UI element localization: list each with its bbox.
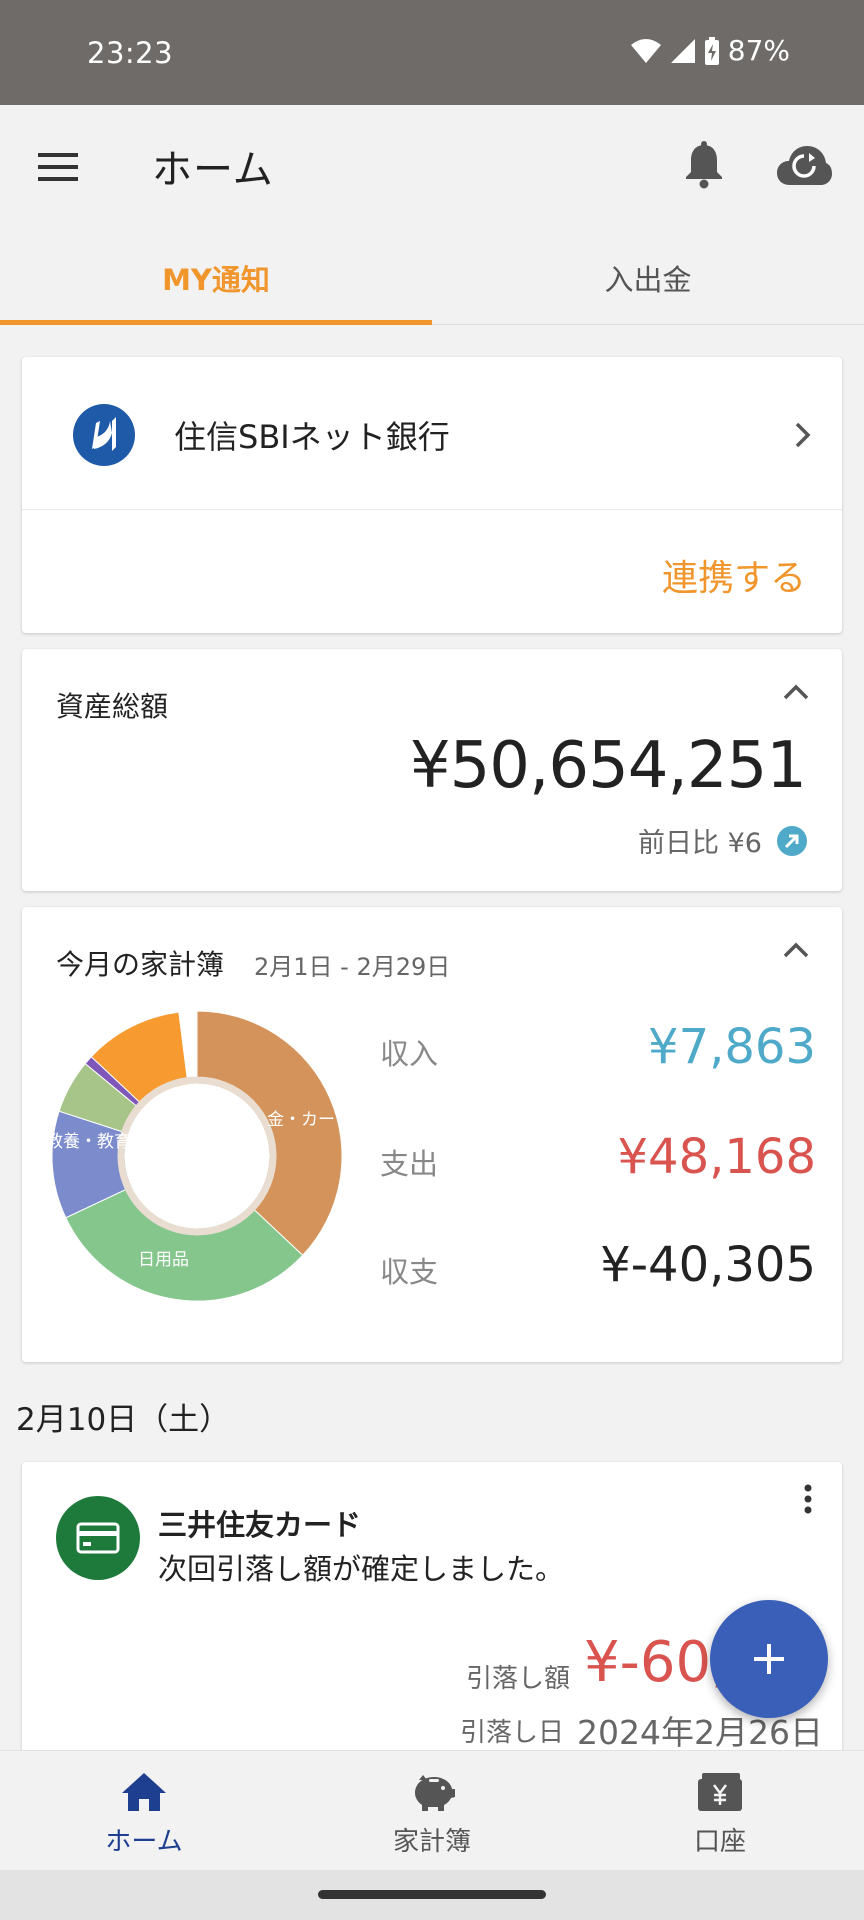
status-bar: 23:23 87% [0, 0, 864, 105]
add-button[interactable] [710, 1600, 828, 1718]
credit-card-icon [56, 1496, 140, 1580]
page-title: ホーム [152, 147, 274, 193]
divider [22, 509, 842, 510]
tab-my-notifications[interactable]: MY通知 [0, 231, 432, 325]
home-icon [122, 1773, 166, 1811]
status-time: 23:23 [87, 36, 174, 70]
tab-deposits-withdrawals[interactable]: 入出金 [432, 231, 864, 325]
wallet-yen-icon [698, 1773, 742, 1811]
debit-date-label: 引落し日 [460, 1718, 565, 1748]
segment-label: 教養・教育 [52, 1132, 131, 1152]
balance-row[interactable]: 収支 ¥-40,305 [380, 1237, 816, 1297]
more-vert-icon[interactable] [802, 1484, 814, 1514]
bell-icon[interactable] [682, 141, 726, 189]
bank-link-card: 住信SBIネット銀行 連携する [22, 357, 842, 633]
nav-accounts-label: 口座 [693, 1827, 746, 1857]
cloud-sync-icon[interactable] [776, 143, 832, 187]
gesture-handle[interactable] [318, 1890, 546, 1899]
expense-label: 支出 [380, 1147, 439, 1181]
expense-value: ¥48,168 [617, 1129, 817, 1185]
expense-donut-chart[interactable]: 金・カー 日用品 教養・教育 [52, 1011, 342, 1301]
total-assets-card: 資産総額 ¥50,654,251 前日比 ¥6 [22, 649, 842, 891]
app-bar: ホーム [0, 105, 864, 231]
debit-amount-label: 引落し額 [466, 1664, 571, 1694]
total-assets-amount: ¥50,654,251 [409, 729, 807, 803]
status-indicators: 87% [630, 34, 790, 67]
date-header: 2月10日（土） [16, 1402, 231, 1438]
plus-icon [754, 1644, 784, 1674]
menu-icon[interactable] [36, 149, 80, 185]
expense-row[interactable]: 支出 ¥48,168 [380, 1129, 816, 1189]
nav-household-book[interactable]: 家計簿 [288, 1751, 576, 1871]
bank-name[interactable]: 住信SBIネット銀行 [174, 412, 450, 458]
budget-title: 今月の家計簿 [56, 948, 225, 981]
nav-home[interactable]: ホーム [0, 1751, 288, 1871]
battery-level: 87% [727, 34, 790, 67]
balance-label: 収支 [380, 1255, 439, 1289]
link-account-button[interactable]: 連携する [662, 549, 806, 601]
chevron-up-icon[interactable] [782, 683, 810, 701]
income-row[interactable]: 収入 ¥7,863 [380, 1019, 816, 1079]
balance-value: ¥-40,305 [600, 1237, 816, 1293]
monthly-budget-card: 今月の家計簿 2月1日 - 2月29日 金・カー 日用品 教養・教育 収入 ¥7… [22, 907, 842, 1362]
bottom-navigation: ホーム 家計簿 口座 [0, 1750, 864, 1870]
debit-amount: ¥-60, [584, 1630, 729, 1695]
trend-up-icon [777, 825, 807, 856]
gesture-area [0, 1870, 864, 1920]
battery-icon [704, 36, 719, 65]
notification-message: 次回引落し額が確定しました。 [158, 1552, 565, 1586]
segment-label: 金・カー [267, 1110, 335, 1130]
chevron-up-icon[interactable] [782, 941, 810, 959]
donut-hole [125, 1084, 269, 1228]
tab-bar: MY通知 入出金 [0, 231, 864, 325]
budget-period: 2月1日 - 2月29日 [254, 953, 451, 981]
piggy-bank-icon [415, 1775, 455, 1811]
total-assets-label: 資産総額 [56, 690, 169, 723]
bank-logo-icon [73, 404, 135, 466]
income-value: ¥7,863 [648, 1019, 816, 1075]
segment-label: 日用品 [138, 1250, 189, 1270]
asset-diff: 前日比 ¥6 [638, 821, 808, 860]
nav-household-book-label: 家計簿 [392, 1827, 471, 1857]
asset-diff-text: 前日比 ¥6 [638, 828, 762, 859]
income-label: 収入 [380, 1037, 439, 1071]
nav-accounts[interactable]: 口座 [576, 1751, 864, 1871]
tab-indicator [0, 320, 432, 325]
signal-icon [670, 38, 695, 63]
notification-card[interactable]: 三井住友カード 次回引落し額が確定しました。 引落し額 ¥-60, 引落し日 2… [22, 1462, 842, 1752]
chevron-right-icon[interactable] [794, 421, 812, 449]
notification-title: 三井住友カード [158, 1508, 362, 1542]
wifi-icon [630, 38, 661, 63]
